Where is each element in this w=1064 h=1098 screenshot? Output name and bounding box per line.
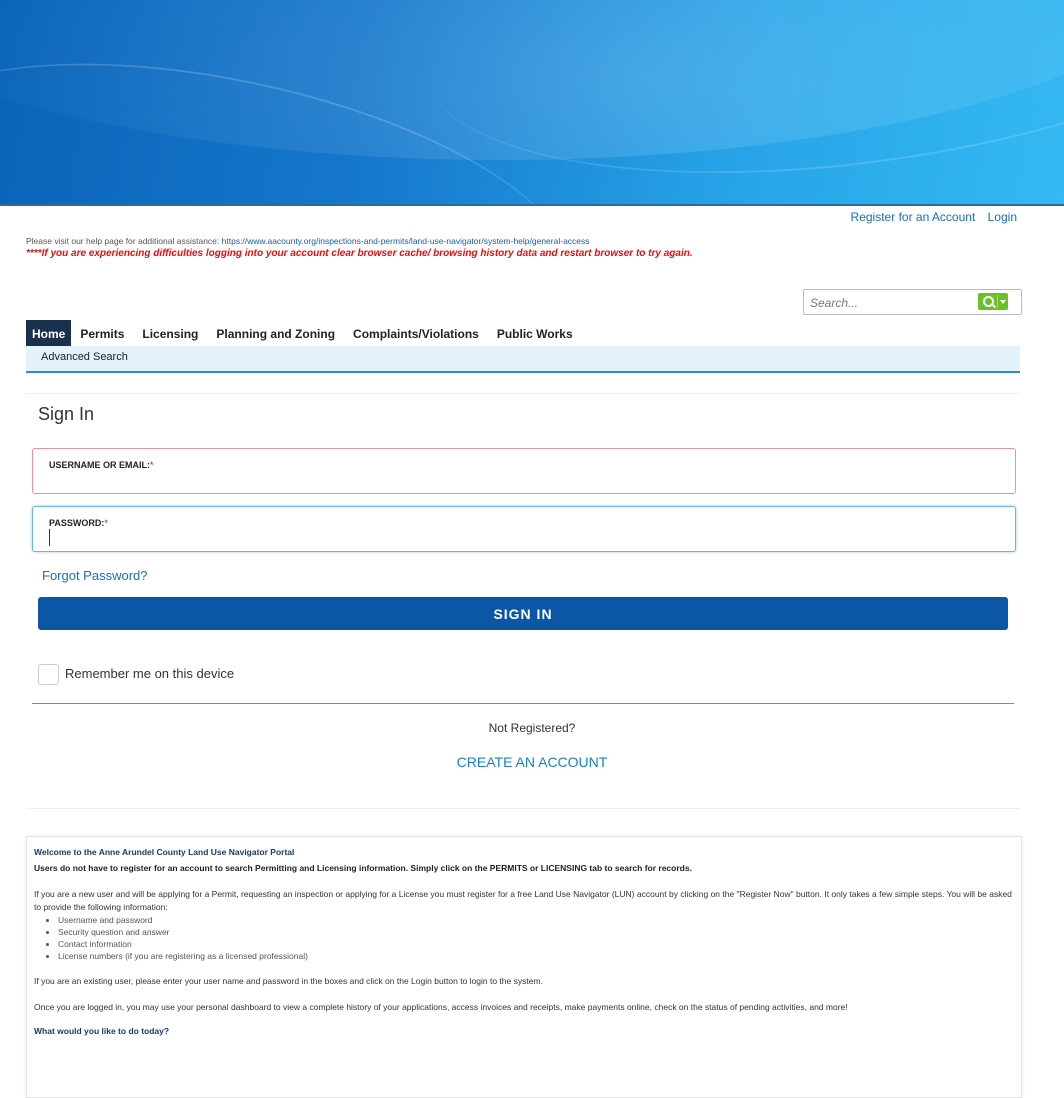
login-link[interactable]: Login xyxy=(988,210,1017,224)
search-input[interactable] xyxy=(808,293,972,313)
divider xyxy=(26,393,1020,394)
register-account-link[interactable]: Register for an Account xyxy=(851,210,976,224)
account-links: Register for an Account Login xyxy=(842,210,1017,224)
search-button[interactable] xyxy=(978,293,1008,310)
welcome-paragraph: Once you are logged in, you may use your… xyxy=(34,1002,848,1012)
remember-me-label[interactable]: Remember me on this device xyxy=(65,666,234,681)
welcome-content: Welcome to the Anne Arundel County Land … xyxy=(34,846,1014,1038)
advanced-search-link[interactable]: Advanced Search xyxy=(41,351,128,363)
header-banner xyxy=(0,0,1064,206)
username-field[interactable]: USERNAME OR EMAIL:* xyxy=(32,448,1016,494)
sub-nav: Advanced Search xyxy=(26,346,1020,373)
create-account-row: CREATE AN ACCOUNT xyxy=(0,754,1064,770)
list-item: Security question and answer xyxy=(58,926,1014,938)
divider xyxy=(32,703,1014,704)
welcome-paragraph: If you are a new user and will be applyi… xyxy=(34,889,1012,912)
required-mark: * xyxy=(104,518,108,528)
required-mark: * xyxy=(150,460,154,470)
required-info-list: Username and password Security question … xyxy=(34,914,1014,962)
password-input[interactable] xyxy=(49,531,993,549)
welcome-panel: Welcome to the Anne Arundel County Land … xyxy=(26,836,1022,1098)
help-notice: Please visit our help page for additiona… xyxy=(26,236,590,246)
password-field[interactable]: PASSWORD:* xyxy=(32,506,1016,552)
help-text: Please visit our help page for additiona… xyxy=(26,236,220,246)
username-label-text: USERNAME OR EMAIL: xyxy=(49,460,150,470)
global-search xyxy=(803,289,1022,315)
main-nav: Home Permits Licensing Planning and Zoni… xyxy=(26,320,582,351)
list-item: License numbers (if you are registering … xyxy=(58,950,1014,962)
tab-complaints-violations[interactable]: Complaints/Violations xyxy=(344,320,488,346)
search-icon xyxy=(983,296,994,307)
username-input[interactable] xyxy=(49,473,993,491)
help-url-link[interactable]: https://www.aacounty.org/inspections-and… xyxy=(222,236,590,246)
divider xyxy=(26,808,1020,809)
remember-me-checkbox[interactable] xyxy=(38,664,59,685)
password-label-text: PASSWORD: xyxy=(49,518,105,528)
search-button-divider xyxy=(997,295,998,308)
password-label: PASSWORD:* xyxy=(49,518,108,528)
page-title: Sign In xyxy=(38,404,95,424)
list-item: Contact information xyxy=(58,938,1014,950)
list-item: Username and password xyxy=(58,914,1014,926)
sign-in-button[interactable]: SIGN IN xyxy=(38,597,1008,630)
username-label: USERNAME OR EMAIL:* xyxy=(49,460,154,470)
welcome-question: What would you like to do today? xyxy=(34,1026,170,1036)
forgot-password-link[interactable]: Forgot Password? xyxy=(42,568,148,583)
tab-permits[interactable]: Permits xyxy=(71,320,133,346)
tab-home[interactable]: Home xyxy=(26,320,72,351)
banner-divider xyxy=(0,204,1064,206)
welcome-subtitle: Users do not have to register for an acc… xyxy=(34,863,692,873)
login-warning: ****If you are experiencing difficulties… xyxy=(26,248,693,259)
create-account-link[interactable]: CREATE AN ACCOUNT xyxy=(457,754,608,770)
welcome-paragraph: If you are an existing user, please ente… xyxy=(34,976,543,986)
tab-public-works[interactable]: Public Works xyxy=(488,320,582,346)
banner-swoosh xyxy=(403,0,1064,206)
tab-planning-and-zoning[interactable]: Planning and Zoning xyxy=(207,320,344,346)
tab-licensing[interactable]: Licensing xyxy=(133,320,207,346)
not-registered-text: Not Registered? xyxy=(488,721,576,735)
chevron-down-icon[interactable] xyxy=(1000,300,1006,304)
welcome-title: Welcome to the Anne Arundel County Land … xyxy=(34,847,295,857)
